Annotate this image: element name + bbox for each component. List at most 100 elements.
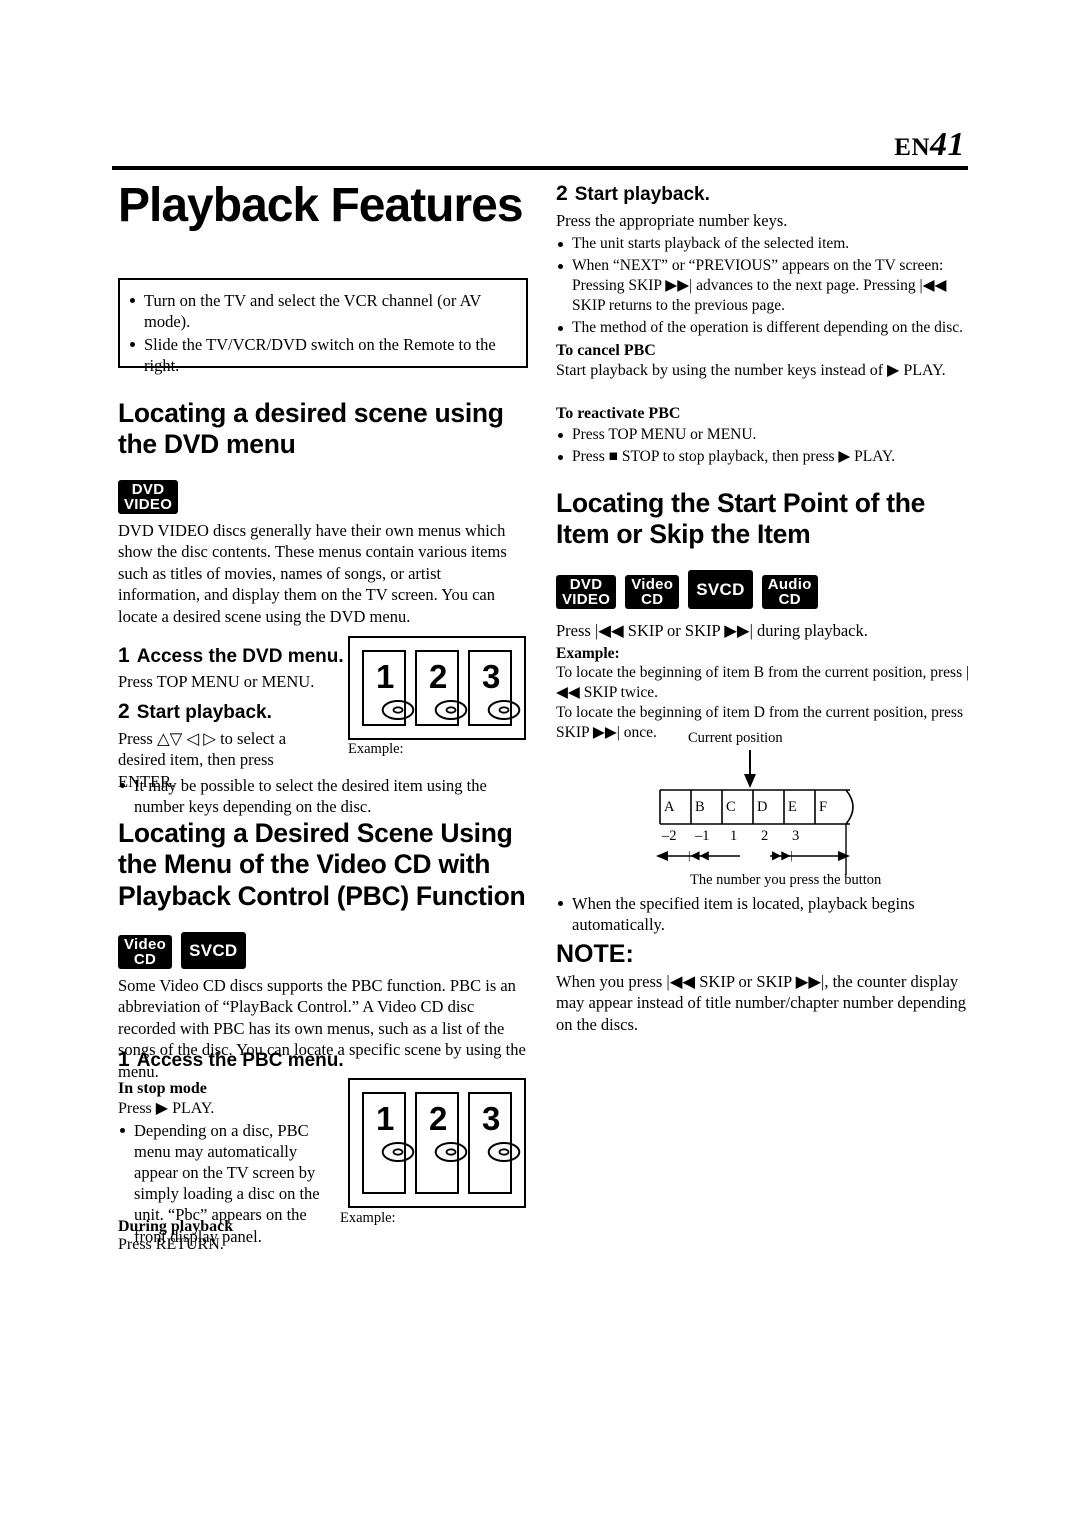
section-pbc-step1: 1 Access the PBC menu. xyxy=(118,1048,418,1072)
logo-line2: VIDEO xyxy=(124,496,173,513)
section-pbc-heading: Locating a Desired Scene Using the Menu … xyxy=(118,818,526,911)
diagram-item: F xyxy=(819,799,828,815)
disc-icon xyxy=(487,700,521,720)
diagram-number: 1 xyxy=(730,828,738,844)
logo-line2: VIDEO xyxy=(562,591,611,608)
stop-mode-label: In stop mode xyxy=(118,1080,207,1097)
during-label: During playback xyxy=(118,1218,234,1235)
diagram-item: C xyxy=(726,799,736,815)
menu-cell-number: 2 xyxy=(429,1100,448,1137)
disc-icon xyxy=(381,1142,415,1162)
step-number: 1 xyxy=(118,644,130,667)
step-heading: 1 Access the PBC menu. xyxy=(118,1048,418,1072)
reactivate-pbc-block: To reactivate PBC Press TOP MENU or MENU… xyxy=(556,405,971,469)
intro-list: Turn on the TV and select the VCR channe… xyxy=(128,290,514,376)
page-title: Playback Features xyxy=(118,179,524,232)
cancel-pbc-label: To cancel PBC xyxy=(556,342,656,359)
section-pbc-during-playback: During playback Press RETURN. xyxy=(118,1218,348,1254)
skip-example-label: Example: xyxy=(556,645,620,662)
list-item: The method of the operation is different… xyxy=(556,318,971,338)
step-text: Press TOP MENU or MENU. xyxy=(118,672,315,691)
step-title: Start playback. xyxy=(574,184,710,205)
menu-cell-number: 1 xyxy=(376,1100,395,1137)
list-item: When “NEXT” or “PREVIOUS” appears on the… xyxy=(556,256,971,315)
logo-line1: Video xyxy=(124,936,167,953)
logo-line2: CD xyxy=(641,591,664,608)
dvd-example-label: Example: xyxy=(348,741,404,757)
disc-icon xyxy=(381,700,415,720)
menu-cell: 3 xyxy=(468,650,521,726)
list-item-text: Slide the TV/VCR/DVD switch on the Remot… xyxy=(144,335,496,376)
section-skip-logos: DVD VIDEO Video CD SVCD Audio CD xyxy=(556,570,818,609)
dvd-menu-example-image: 1 2 3 xyxy=(348,636,526,740)
logo-audio-cd: Audio CD xyxy=(761,575,818,609)
section-dvd-heading: Locating a desired scene using the DVD m… xyxy=(118,398,504,460)
note-text: When you press |◀◀ SKIP or SKIP ▶▶|, the… xyxy=(556,972,967,1034)
diagram-item: E xyxy=(788,799,797,815)
menu-cell-number: 1 xyxy=(376,658,395,695)
step-heading: 1 Access the DVD menu. xyxy=(118,644,348,668)
step-heading: 2 Start playback. xyxy=(118,700,333,724)
pbc-example-label: Example: xyxy=(340,1210,396,1226)
logo-dvd-video: DVD VIDEO xyxy=(118,480,179,514)
step-number: 1 xyxy=(118,1048,130,1071)
step-number: 2 xyxy=(556,182,568,205)
skip-example-block: Example: To locate the beginning of item… xyxy=(556,645,971,744)
skip-auto-note: When the specified item is located, play… xyxy=(556,893,971,937)
header-rule xyxy=(112,166,968,170)
section-pbc-logos: Video CD SVCD xyxy=(118,932,246,969)
logo-line1: Audio xyxy=(767,576,812,593)
step-lead-text: Press the appropriate number keys. xyxy=(556,211,788,230)
logo-line1: DVD xyxy=(569,576,603,593)
logo-svcd: SVCD xyxy=(181,932,246,969)
logo-line1: SVCD xyxy=(696,580,745,599)
list-item: It may be possible to select the desired… xyxy=(118,775,524,817)
diagram-number: –1 xyxy=(695,828,710,844)
list-item: Press ■ STOP to stop playback, then pres… xyxy=(556,447,971,467)
menu-cell: 1 xyxy=(362,1092,415,1194)
logo-video-cd: Video CD xyxy=(625,575,680,609)
document-page: EN41 Playback Features Turn on the TV an… xyxy=(0,0,1080,1528)
logo-line1: Video xyxy=(631,576,674,593)
list-item: Press TOP MENU or MENU. xyxy=(556,425,971,445)
disc-icon xyxy=(434,700,468,720)
menu-cell: 2 xyxy=(415,1092,468,1194)
diagram-number: 3 xyxy=(792,828,800,844)
menu-cell: 1 xyxy=(362,650,415,726)
step-title: Start playback. xyxy=(136,702,272,723)
diagram-number: 2 xyxy=(761,828,769,844)
logo-line2: CD xyxy=(778,591,801,608)
diagram-item: A xyxy=(664,799,675,815)
diagram-item: B xyxy=(695,799,705,815)
logo-svcd: SVCD xyxy=(688,570,753,609)
right-step2: 2 Start playback. Press the appropriate n… xyxy=(556,182,971,340)
logo-line1: SVCD xyxy=(189,941,238,960)
list-item: When the specified item is located, play… xyxy=(556,893,971,935)
note-block: NOTE: When you press |◀◀ SKIP or SKIP ▶▶… xyxy=(556,940,971,1035)
diagram-right-skip-key: ▶▶| xyxy=(772,848,793,862)
cancel-pbc-block: To cancel PBC Start playback by using th… xyxy=(556,342,971,380)
step-title: Access the PBC menu. xyxy=(136,1050,344,1071)
reactivate-pbc-label: To reactivate PBC xyxy=(556,405,681,422)
menu-cell: 2 xyxy=(415,650,468,726)
pbc-menu-example-image: 1 2 3 xyxy=(348,1078,526,1208)
step-title: Access the DVD menu. xyxy=(136,646,344,667)
list-item: The unit starts playback of the selected… xyxy=(556,234,971,254)
list-item: Slide the TV/VCR/DVD switch on the Remot… xyxy=(128,334,514,376)
stop-mode-text: Press ▶ PLAY. xyxy=(118,1100,215,1117)
intro-box: Turn on the TV and select the VCR channe… xyxy=(118,278,528,375)
section-skip-lead: Press |◀◀ SKIP or SKIP ▶▶| during playba… xyxy=(556,621,868,640)
section-skip-heading: Locating the Start Point of the Item or … xyxy=(556,488,926,550)
disc-icon xyxy=(487,1142,521,1162)
header-en-label: EN xyxy=(894,134,930,161)
menu-cell-number: 3 xyxy=(482,658,501,695)
section-dvd-body: DVD VIDEO discs generally have their own… xyxy=(118,521,507,626)
logo-line2: CD xyxy=(133,951,157,968)
step-heading: 2 Start playback. xyxy=(556,182,971,206)
diagram-caption: The number you press the button xyxy=(690,872,882,888)
diagram-item: D xyxy=(757,799,768,815)
note-label: NOTE: xyxy=(556,940,634,968)
logo-video-cd: Video CD xyxy=(118,935,173,969)
menu-cell-number: 2 xyxy=(429,658,448,695)
logo-line1: DVD xyxy=(131,481,165,498)
